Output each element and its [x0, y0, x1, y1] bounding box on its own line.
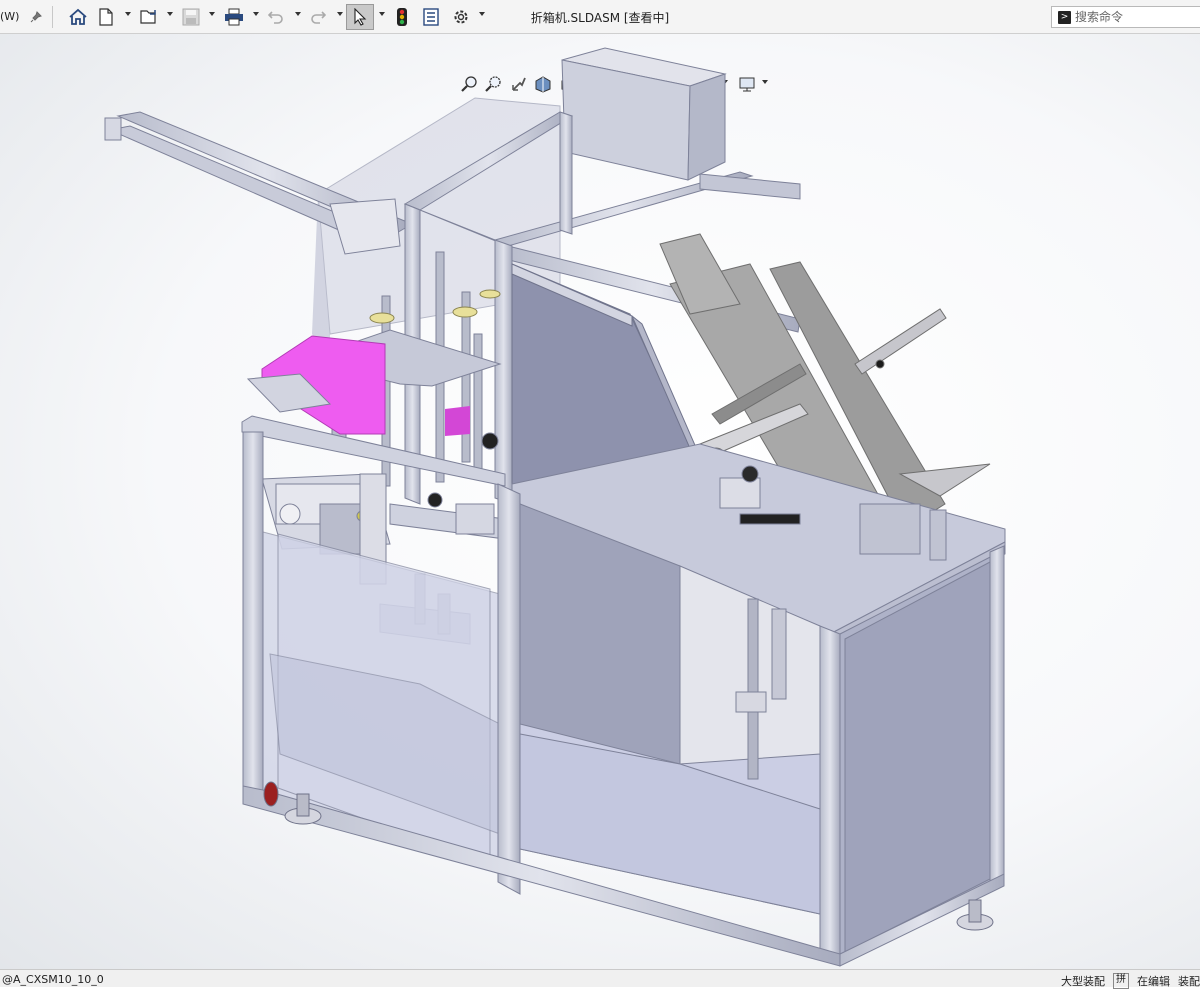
options-dropdown-arrow[interactable] [479, 12, 485, 16]
search-input[interactable] [1071, 10, 1195, 24]
undo-dropdown-arrow[interactable] [295, 12, 301, 16]
traffic-light-icon[interactable] [394, 5, 410, 29]
file-properties-icon[interactable] [420, 5, 442, 29]
magenta-tray-small [445, 406, 470, 436]
terminal-icon: > [1058, 10, 1071, 24]
open-folder-icon[interactable] [138, 5, 160, 29]
open-dropdown-arrow[interactable] [167, 12, 173, 16]
new-document-icon[interactable] [96, 5, 116, 29]
save-icon[interactable] [180, 5, 202, 29]
menu-fragment[interactable]: (W) [0, 10, 19, 23]
redo-dropdown-arrow[interactable] [337, 12, 343, 16]
toolbar-separator [52, 6, 53, 28]
redo-icon[interactable] [308, 5, 328, 29]
select-dropdown-arrow[interactable] [379, 12, 385, 16]
save-dropdown-arrow[interactable] [209, 12, 215, 16]
assembly-model[interactable] [0, 34, 1200, 969]
home-icon[interactable] [66, 5, 90, 29]
command-search[interactable]: > [1051, 6, 1200, 28]
print-icon[interactable] [222, 5, 246, 29]
graphics-area[interactable] [0, 34, 1200, 969]
main-toolbar: (W) 折箱机.SLDASM [查看中] > [0, 0, 1200, 34]
status-component-name: @A_CXSM10_10_0 [2, 973, 104, 986]
status-bar: @A_CXSM10_10_0 大型装配 拼 在编辑 装配 [0, 969, 1200, 989]
print-dropdown-arrow[interactable] [253, 12, 259, 16]
document-title: 折箱机.SLDASM [查看中] [530, 11, 670, 25]
top-control-box [561, 47, 727, 181]
pin-icon[interactable] [28, 5, 44, 29]
undo-icon[interactable] [266, 5, 286, 29]
new-dropdown-arrow[interactable] [125, 12, 131, 16]
gear-icon[interactable] [450, 5, 472, 29]
select-cursor-icon[interactable] [346, 4, 374, 30]
